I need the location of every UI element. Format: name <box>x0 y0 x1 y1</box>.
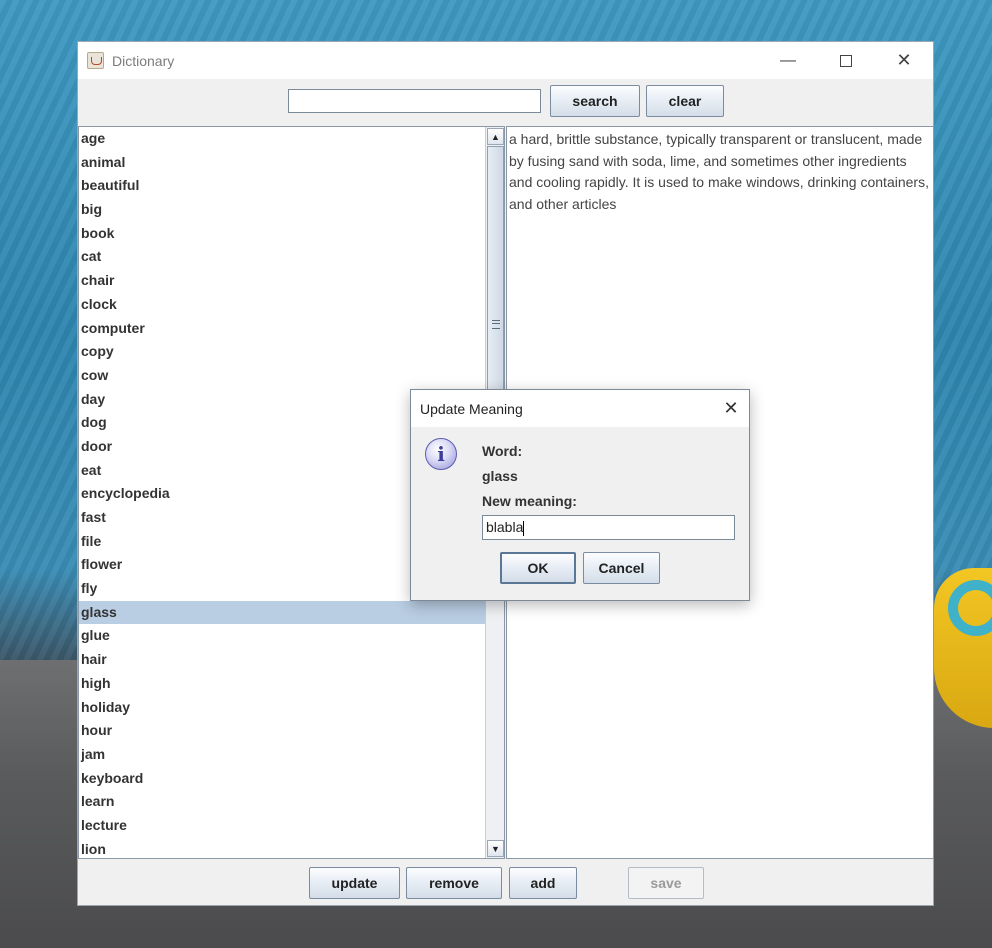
maximize-icon <box>840 54 852 67</box>
list-item[interactable]: lecture <box>79 814 486 838</box>
search-input[interactable] <box>288 89 541 113</box>
list-item[interactable]: big <box>79 198 486 222</box>
new-meaning-value: blabla <box>486 519 524 535</box>
list-item[interactable]: cow <box>79 364 486 388</box>
scroll-down-icon[interactable]: ▼ <box>487 840 504 857</box>
list-item[interactable]: keyboard <box>79 767 486 791</box>
list-item[interactable]: computer <box>79 317 486 341</box>
search-button[interactable]: search <box>550 85 640 117</box>
list-item[interactable]: age <box>79 127 486 151</box>
list-item[interactable]: holiday <box>79 696 486 720</box>
list-item[interactable]: lion <box>79 838 486 858</box>
update-meaning-dialog: Update Meaning ✕ i Word: glass New meani… <box>410 389 750 601</box>
dialog-close-button[interactable]: ✕ <box>713 390 749 427</box>
new-meaning-input[interactable]: blabla <box>482 515 735 540</box>
information-icon: i <box>425 438 457 470</box>
window-title: Dictionary <box>112 53 175 69</box>
list-item[interactable]: glass <box>79 600 486 625</box>
grip-icon <box>492 320 500 329</box>
add-button[interactable]: add <box>509 867 577 899</box>
list-item[interactable]: beautiful <box>79 174 486 198</box>
text-caret <box>523 520 525 536</box>
clear-button[interactable]: clear <box>646 85 724 117</box>
cancel-button[interactable]: Cancel <box>583 552 660 584</box>
update-button[interactable]: update <box>309 867 400 899</box>
list-item[interactable]: jam <box>79 743 486 767</box>
list-item[interactable]: cat <box>79 245 486 269</box>
list-item[interactable]: clock <box>79 293 486 317</box>
list-item[interactable]: glue <box>79 624 486 648</box>
dialog-title-bar: Update Meaning ✕ <box>411 390 749 427</box>
list-item[interactable]: copy <box>79 340 486 364</box>
title-bar: Dictionary — ✕ <box>78 42 933 79</box>
list-item[interactable]: hair <box>79 648 486 672</box>
java-app-icon <box>87 52 104 69</box>
list-item[interactable]: high <box>79 672 486 696</box>
list-item[interactable]: hour <box>79 719 486 743</box>
save-button: save <box>628 867 704 899</box>
ok-button[interactable]: OK <box>500 552 576 584</box>
new-meaning-label: New meaning: <box>482 493 577 509</box>
list-item[interactable]: book <box>79 222 486 246</box>
dialog-title: Update Meaning <box>420 401 523 417</box>
close-button[interactable]: ✕ <box>881 42 927 79</box>
word-label: Word: <box>482 443 523 459</box>
maximize-button[interactable] <box>823 42 869 79</box>
list-item[interactable]: chair <box>79 269 486 293</box>
minimize-button[interactable]: — <box>765 42 811 79</box>
word-value: glass <box>482 468 518 484</box>
remove-button[interactable]: remove <box>406 867 502 899</box>
list-item[interactable]: learn <box>79 790 486 814</box>
scroll-up-icon[interactable]: ▲ <box>487 128 504 145</box>
list-item[interactable]: animal <box>79 151 486 175</box>
